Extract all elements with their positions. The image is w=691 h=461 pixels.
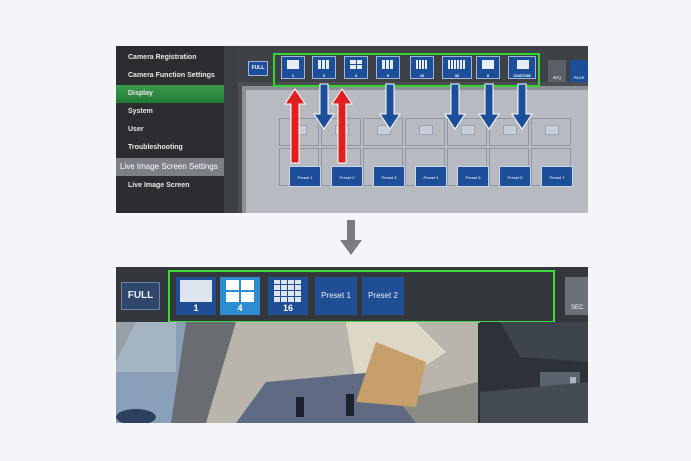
live-image-screen: FULL 1 4 16 Preset 1 Preset 2 SEC (116, 267, 588, 423)
camera-view-right[interactable] (480, 322, 588, 423)
camera-image (116, 322, 478, 423)
camera-view-left[interactable] (116, 322, 478, 423)
highlight-frame-bottom (168, 270, 555, 323)
full-button[interactable]: FULL (121, 282, 160, 310)
arrow-down-icon (313, 83, 533, 130)
arrow-up-icon (284, 88, 353, 164)
sequence-label: SEC (571, 305, 584, 311)
transition-arrow-icon (340, 220, 362, 255)
camera-image (480, 322, 588, 423)
